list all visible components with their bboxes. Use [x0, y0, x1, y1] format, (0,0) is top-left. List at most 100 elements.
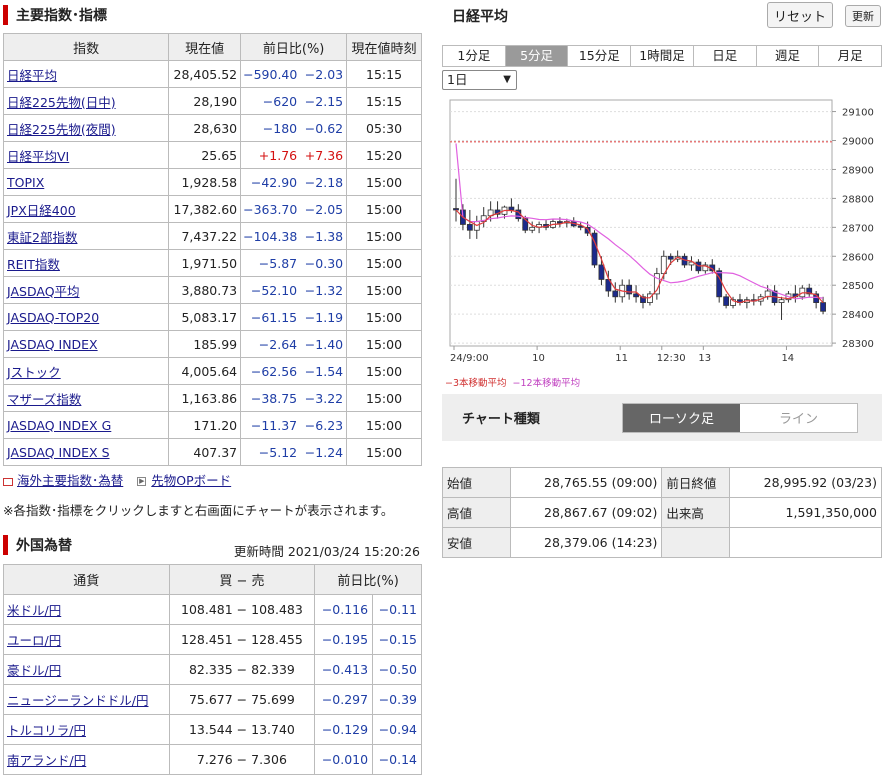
overseas-indices-link[interactable]: 海外主要指数･為替: [17, 473, 123, 488]
currency-link[interactable]: トルコリラ/円: [7, 723, 86, 738]
index-name-link[interactable]: JASDAQ INDEX G: [7, 418, 111, 433]
table-row[interactable]: JASDAQ平均 3,880.73 −52.10 −1.32 15:00: [2, 276, 422, 304]
index-name-cell[interactable]: JASDAQ INDEX: [2, 330, 170, 358]
table-row[interactable]: ニュージーランドドル/円 75.677 − 75.699 −0.297 −0.39: [3, 684, 422, 715]
line-button[interactable]: ライン: [740, 403, 857, 432]
index-name-link[interactable]: 日経225先物(夜間): [7, 122, 116, 137]
table-row[interactable]: ユーロ/円 128.451 − 128.455 −0.195 −0.15: [3, 624, 422, 655]
table-row[interactable]: JASDAQ INDEX 185.99 −2.64 −1.40 15:00: [2, 330, 422, 358]
index-name-cell[interactable]: 日経平均: [2, 60, 170, 88]
currency-cell[interactable]: 米ドル/円: [3, 594, 170, 625]
table-row[interactable]: JPX日経400 17,382.60 −363.70 −2.05 15:00: [2, 195, 422, 223]
table-row[interactable]: マザーズ指数 1,163.86 −38.75 −3.22 15:00: [2, 384, 422, 412]
fx-col-change: 前日比(%): [314, 564, 422, 595]
candle-body: [820, 302, 826, 312]
table-row[interactable]: JASDAQ INDEX G 171.20 −11.37 −6.23 15:00: [2, 411, 422, 439]
index-name-cell[interactable]: 日経225先物(夜間): [2, 114, 170, 142]
x-tick-label: 14: [781, 353, 794, 364]
table-row[interactable]: 米ドル/円 108.481 − 108.483 −0.116 −0.11: [3, 594, 422, 625]
options-link-wrap[interactable]: ▶ 先物OPボード: [137, 470, 231, 489]
index-name-cell[interactable]: 東証2部指数: [2, 222, 170, 250]
overseas-link-wrap[interactable]: 海外主要指数･為替: [3, 470, 123, 489]
index-name-cell[interactable]: REIT指数: [2, 249, 170, 277]
reset-button[interactable]: リセット: [767, 2, 833, 28]
tab-interval-2[interactable]: 15分足: [567, 46, 631, 66]
index-name-link[interactable]: TOPIX: [7, 175, 44, 190]
currency-cell[interactable]: ニュージーランドドル/円: [3, 684, 170, 715]
index-name-link[interactable]: Jストック: [7, 365, 61, 380]
currency-cell[interactable]: トルコリラ/円: [3, 714, 170, 745]
bid-ask: 7.276 − 7.306: [168, 744, 316, 775]
index-name-link[interactable]: 東証2部指数: [7, 230, 77, 245]
refresh-button[interactable]: 更新: [845, 5, 881, 27]
tab-interval-6[interactable]: 月足: [818, 46, 882, 66]
index-name-cell[interactable]: 日経平均VI: [2, 141, 170, 169]
currency-cell[interactable]: ユーロ/円: [3, 624, 170, 655]
currency-link[interactable]: ユーロ/円: [7, 633, 61, 648]
index-name-cell[interactable]: JASDAQ INDEX S: [2, 438, 170, 466]
candle-body: [508, 206, 515, 211]
table-row[interactable]: 日経225先物(日中) 28,190 −620 −2.15 15:15: [2, 87, 422, 115]
table-row[interactable]: 豪ドル/円 82.335 − 82.339 −0.413 −0.50: [3, 654, 422, 685]
currency-cell[interactable]: 南アランド/円: [3, 744, 170, 775]
index-change-pct: +7.36: [304, 147, 344, 163]
index-name-cell[interactable]: Jストック: [2, 357, 170, 385]
futures-options-board-link[interactable]: 先物OPボード: [151, 473, 231, 488]
y-tick-label: 28700: [842, 223, 874, 234]
period-select[interactable]: 1日 ▼: [442, 70, 517, 90]
table-row[interactable]: トルコリラ/円 13.544 − 13.740 −0.129 −0.94: [3, 714, 422, 745]
index-name-link[interactable]: JASDAQ INDEX S: [7, 445, 110, 460]
fx-change-pct: −0.15: [372, 624, 422, 655]
currency-link[interactable]: 豪ドル/円: [7, 663, 61, 678]
currency-cell[interactable]: 豪ドル/円: [3, 654, 170, 685]
index-time: 15:00: [346, 411, 422, 439]
table-row[interactable]: 東証2部指数 7,437.22 −104.38 −1.38 15:00: [2, 222, 422, 250]
fx-table: 通貨 買 − 売 前日比(%) 米ドル/円 108.481 − 108.483 −0…: [3, 564, 422, 775]
y-tick-label: 28800: [842, 194, 874, 205]
tab-interval-5[interactable]: 週足: [755, 46, 819, 66]
volume-label: 出来高: [661, 497, 731, 528]
index-name-link[interactable]: 日経平均VI: [7, 149, 69, 164]
index-value: 171.20: [168, 411, 242, 439]
fx-change: −0.129: [314, 714, 374, 745]
table-row[interactable]: 日経225先物(夜間) 28,630 −180 −0.62 05:30: [2, 114, 422, 142]
table-row[interactable]: Jストック 4,005.64 −62.56 −1.54 15:00: [2, 357, 422, 385]
index-name-cell[interactable]: JPX日経400: [2, 195, 170, 223]
index-value: 28,405.52: [168, 60, 242, 88]
index-name-link[interactable]: 日経225先物(日中): [7, 95, 116, 110]
index-change: −5.12: [258, 444, 298, 460]
index-name-link[interactable]: JASDAQ平均: [7, 284, 80, 299]
currency-link[interactable]: 米ドル/円: [7, 603, 61, 618]
index-name-link[interactable]: JPX日経400: [7, 203, 76, 218]
index-name-cell[interactable]: 日経225先物(日中): [2, 87, 170, 115]
candlestick-button[interactable]: ローソク足: [623, 403, 740, 432]
index-name-cell[interactable]: マザーズ指数: [2, 384, 170, 412]
table-row[interactable]: TOPIX 1,928.58 −42.90 −2.18 15:00: [2, 168, 422, 196]
table-row[interactable]: JASDAQ INDEX S 407.37 −5.12 −1.24 15:00: [2, 438, 422, 466]
index-name-link[interactable]: JASDAQ INDEX: [7, 337, 98, 352]
tab-interval-4[interactable]: 日足: [692, 46, 756, 66]
index-change-pct: −1.40: [304, 336, 344, 352]
index-name-cell[interactable]: TOPIX: [2, 168, 170, 196]
tab-interval-1[interactable]: 5分足: [504, 46, 568, 66]
table-row[interactable]: 日経平均VI 25.65 +1.76 +7.36 15:20: [2, 141, 422, 169]
table-row[interactable]: REIT指数 1,971.50 −5.87 −0.30 15:00: [2, 249, 422, 277]
tab-interval-3[interactable]: 1時間足: [630, 46, 693, 66]
currency-link[interactable]: 南アランド/円: [7, 753, 86, 768]
index-name-cell[interactable]: JASDAQ平均: [2, 276, 170, 304]
table-row[interactable]: JASDAQ-TOP20 5,083.17 −61.15 −1.19 15:00: [2, 303, 422, 331]
index-name-cell[interactable]: JASDAQ INDEX G: [2, 411, 170, 439]
table-row[interactable]: 日経平均 28,405.52 −590.40 −2.03 15:15: [2, 60, 422, 88]
tab-interval-0[interactable]: 1分足: [443, 46, 505, 66]
table-row[interactable]: 南アランド/円 7.276 − 7.306 −0.010 −0.14: [3, 744, 422, 775]
index-name-link[interactable]: JASDAQ-TOP20: [7, 310, 99, 325]
index-name-link[interactable]: マザーズ指数: [7, 392, 81, 407]
index-change-cell: −42.90 −2.18: [240, 168, 348, 196]
index-name-cell[interactable]: JASDAQ-TOP20: [2, 303, 170, 331]
index-name-link[interactable]: 日経平均: [7, 68, 57, 83]
low-value: 28,379.06 (14:23): [509, 527, 663, 558]
currency-link[interactable]: ニュージーランドドル/円: [7, 693, 148, 708]
ohlc-row: 高値 28,867.67 (09:02) 出来高 1,591,350,000: [442, 497, 882, 528]
index-change: −38.75: [250, 390, 298, 406]
index-name-link[interactable]: REIT指数: [7, 257, 60, 272]
